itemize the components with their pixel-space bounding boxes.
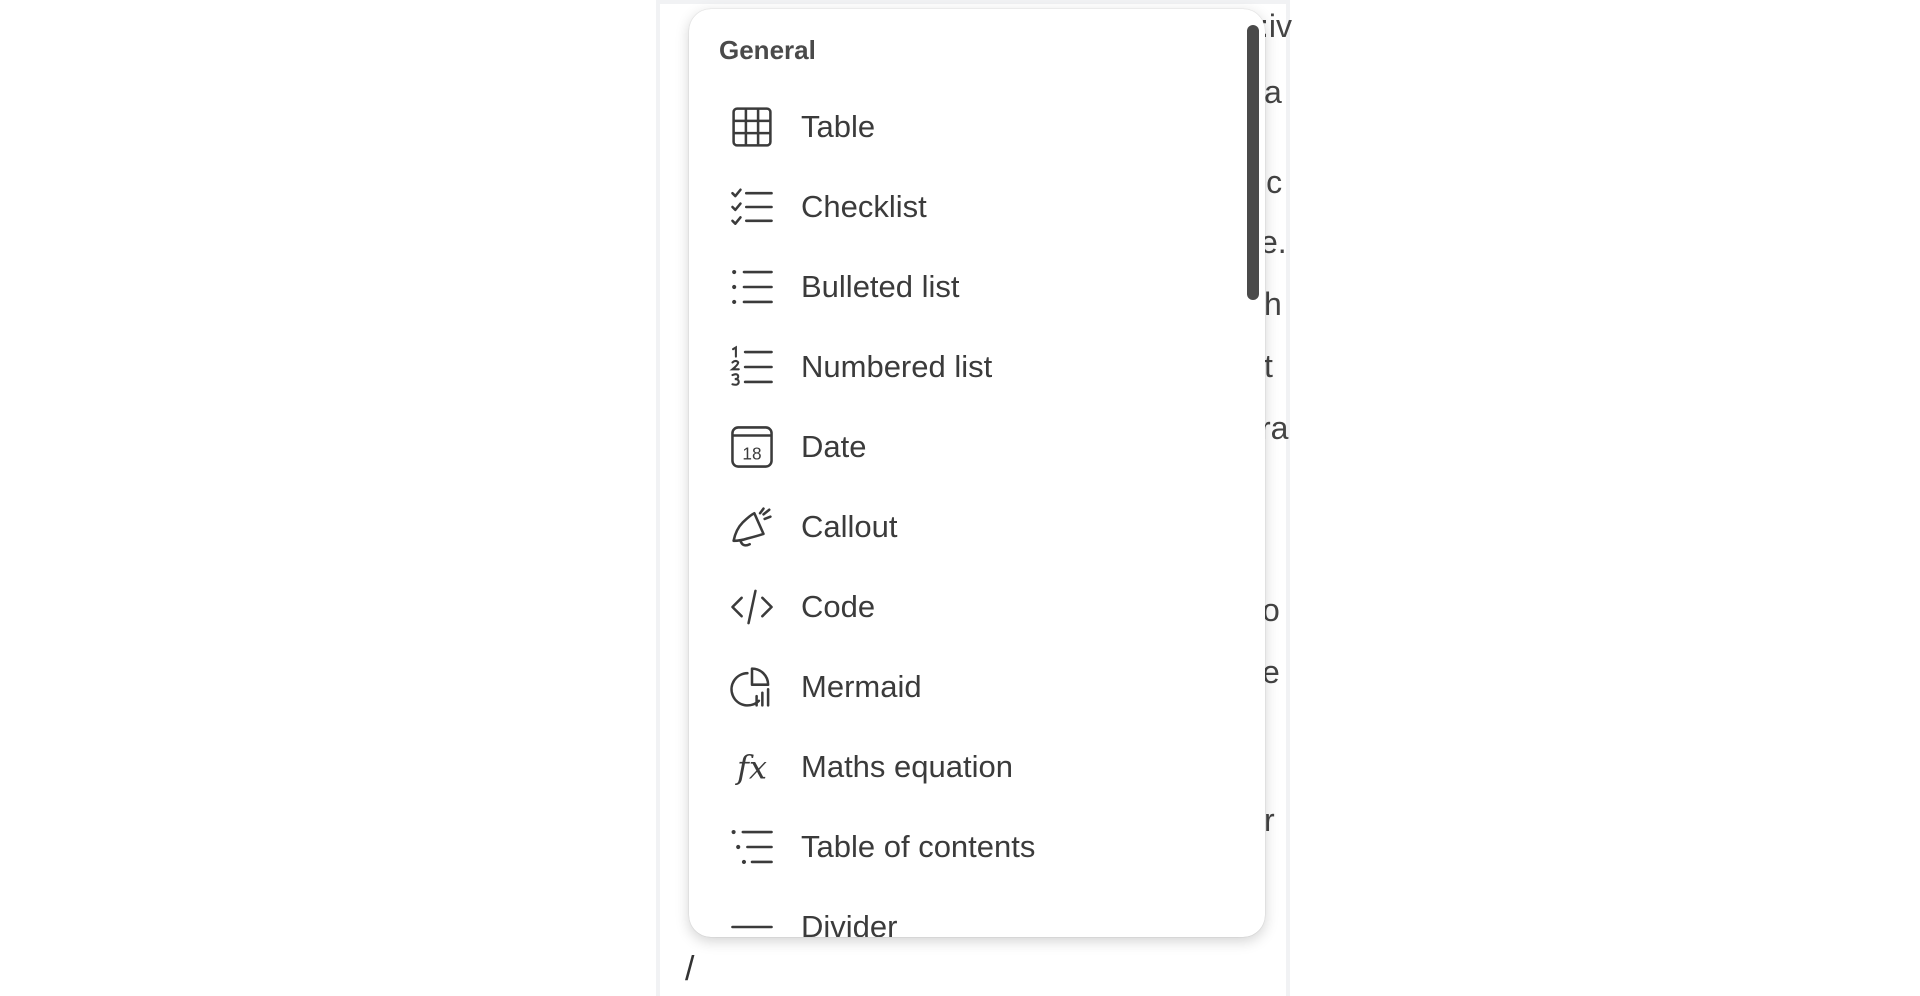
menu-item-label: Date xyxy=(801,429,867,464)
menu-item-label: Mermaid xyxy=(801,669,922,704)
calendar-day-number: 18 xyxy=(742,444,761,464)
menu-item-label: Divider xyxy=(801,909,898,937)
menu-item-label: Maths equation xyxy=(801,749,1013,784)
background-text-fragment: a xyxy=(1264,74,1282,110)
menu-item-numbered-list[interactable]: Numbered list xyxy=(719,331,1219,403)
background-text-fragment: r xyxy=(1264,802,1275,838)
menu-item-label: Bulleted list xyxy=(801,269,960,304)
menu-item-table-of-contents[interactable]: Table of contents xyxy=(719,811,1219,883)
background-text-fragment: h xyxy=(1264,286,1282,322)
megaphone-icon xyxy=(727,502,777,552)
menu-scrollbar[interactable] xyxy=(1247,25,1259,300)
slash-command-text: / xyxy=(685,950,695,988)
table-icon xyxy=(727,102,777,152)
menu-item-callout[interactable]: Callout xyxy=(719,491,1219,563)
menu-item-date[interactable]: 18 Date xyxy=(719,411,1219,483)
numbered-list-icon xyxy=(727,342,777,392)
menu-item-maths-equation[interactable]: fx Maths equation xyxy=(719,731,1219,803)
menu-item-label: Checklist xyxy=(801,189,927,224)
code-icon xyxy=(727,582,777,632)
menu-item-divider[interactable]: Divider xyxy=(719,891,1219,937)
calendar-date-icon: 18 xyxy=(727,422,777,472)
background-text-fragment: t xyxy=(1264,348,1273,384)
menu-item-checklist[interactable]: Checklist xyxy=(719,171,1219,243)
fx-icon: fx xyxy=(727,742,777,792)
fx-glyph: fx xyxy=(735,749,767,787)
mermaid-chart-icon xyxy=(727,662,777,712)
menu-item-bulleted-list[interactable]: Bulleted list xyxy=(719,251,1219,323)
menu-item-label: Table of contents xyxy=(801,829,1036,864)
checklist-icon xyxy=(727,182,777,232)
table-of-contents-icon xyxy=(727,822,777,872)
menu-item-label: Code xyxy=(801,589,876,624)
menu-item-code[interactable]: Code xyxy=(719,571,1219,643)
section-title-general: General xyxy=(719,35,816,65)
menu-item-label: Table xyxy=(801,109,876,144)
slash-command-menu[interactable]: General Table Checklist Bulleted list Nu… xyxy=(689,9,1265,937)
divider-icon xyxy=(727,902,777,937)
menu-item-mermaid[interactable]: Mermaid xyxy=(719,651,1219,723)
menu-item-label: Numbered list xyxy=(801,349,993,384)
menu-item-table[interactable]: Table xyxy=(719,91,1219,163)
menu-item-label: Callout xyxy=(801,509,898,544)
bulleted-list-icon xyxy=(727,262,777,312)
